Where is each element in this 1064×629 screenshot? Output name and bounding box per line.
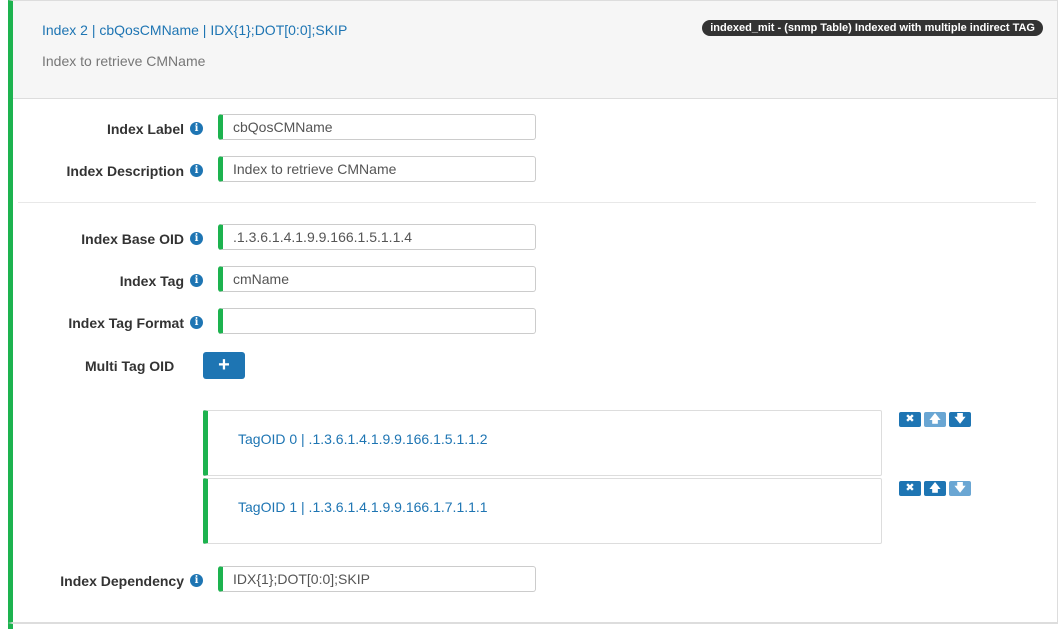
section-divider [18,202,1036,203]
field-row-index-base-oid: Index Base OID i [0,224,1064,254]
index-base-oid-label: Index Base OID [81,231,184,247]
info-icon[interactable]: i [190,316,203,329]
close-icon[interactable]: ✖ [899,481,921,496]
arrow-up-icon[interactable]: 🡅 [924,412,946,427]
add-tag-oid-button[interactable]: + [203,352,245,379]
arrow-down-icon[interactable]: 🡇 [949,412,971,427]
index-description-label: Index Description [66,163,184,179]
index-description-input[interactable] [218,156,536,182]
index-label-label: Index Label [106,121,184,137]
index-base-oid-input[interactable] [218,224,536,250]
tag-oid-actions: ✖ 🡅 🡇 [899,481,971,496]
info-icon[interactable]: i [190,574,203,587]
next-panel-edge [8,623,1058,629]
close-icon[interactable]: ✖ [899,412,921,427]
index-tag-format-input[interactable] [218,308,536,334]
info-icon[interactable]: i [190,232,203,245]
panel-subtitle: Index to retrieve CMName [42,53,206,69]
index-dependency-input[interactable] [218,566,536,592]
index-tag-label: Index Tag [119,273,184,289]
info-icon[interactable]: i [190,164,203,177]
panel-title[interactable]: Index 2 | cbQosCMName | IDX{1};DOT[0:0];… [42,22,347,38]
field-row-index-label: Index Label i [0,114,1064,144]
tag-oid-actions: ✖ 🡅 🡇 [899,412,971,427]
tag-oid-item: TagOID 0 | .1.3.6.1.4.1.9.9.166.1.5.1.1.… [203,410,882,476]
index-tag-format-label: Index Tag Format [68,315,184,331]
field-row-index-description: Index Description i [0,156,1064,186]
arrow-up-icon[interactable]: 🡅 [924,481,946,496]
tag-oid-item: TagOID 1 | .1.3.6.1.4.1.9.9.166.1.7.1.1.… [203,478,882,544]
plus-icon: + [218,354,230,376]
tag-oid-title[interactable]: TagOID 0 | .1.3.6.1.4.1.9.9.166.1.5.1.1.… [238,431,488,447]
field-row-index-tag-format: Index Tag Format i [0,308,1064,338]
panel-header: Index 2 | cbQosCMName | IDX{1};DOT[0:0];… [13,1,1057,99]
field-row-index-dependency: Index Dependency i [0,566,1064,596]
index-label-input[interactable] [218,114,536,140]
index-tag-input[interactable] [218,266,536,292]
info-icon[interactable]: i [190,122,203,135]
arrow-down-icon[interactable]: 🡇 [949,481,971,496]
tag-oid-title[interactable]: TagOID 1 | .1.3.6.1.4.1.9.9.166.1.7.1.1.… [238,499,488,515]
type-badge: indexed_mit - (snmp Table) Indexed with … [702,20,1043,36]
field-row-index-tag: Index Tag i [0,266,1064,296]
multi-tag-oid-label: Multi Tag OID [85,358,175,374]
index-dependency-label: Index Dependency [60,573,184,589]
info-icon[interactable]: i [190,274,203,287]
